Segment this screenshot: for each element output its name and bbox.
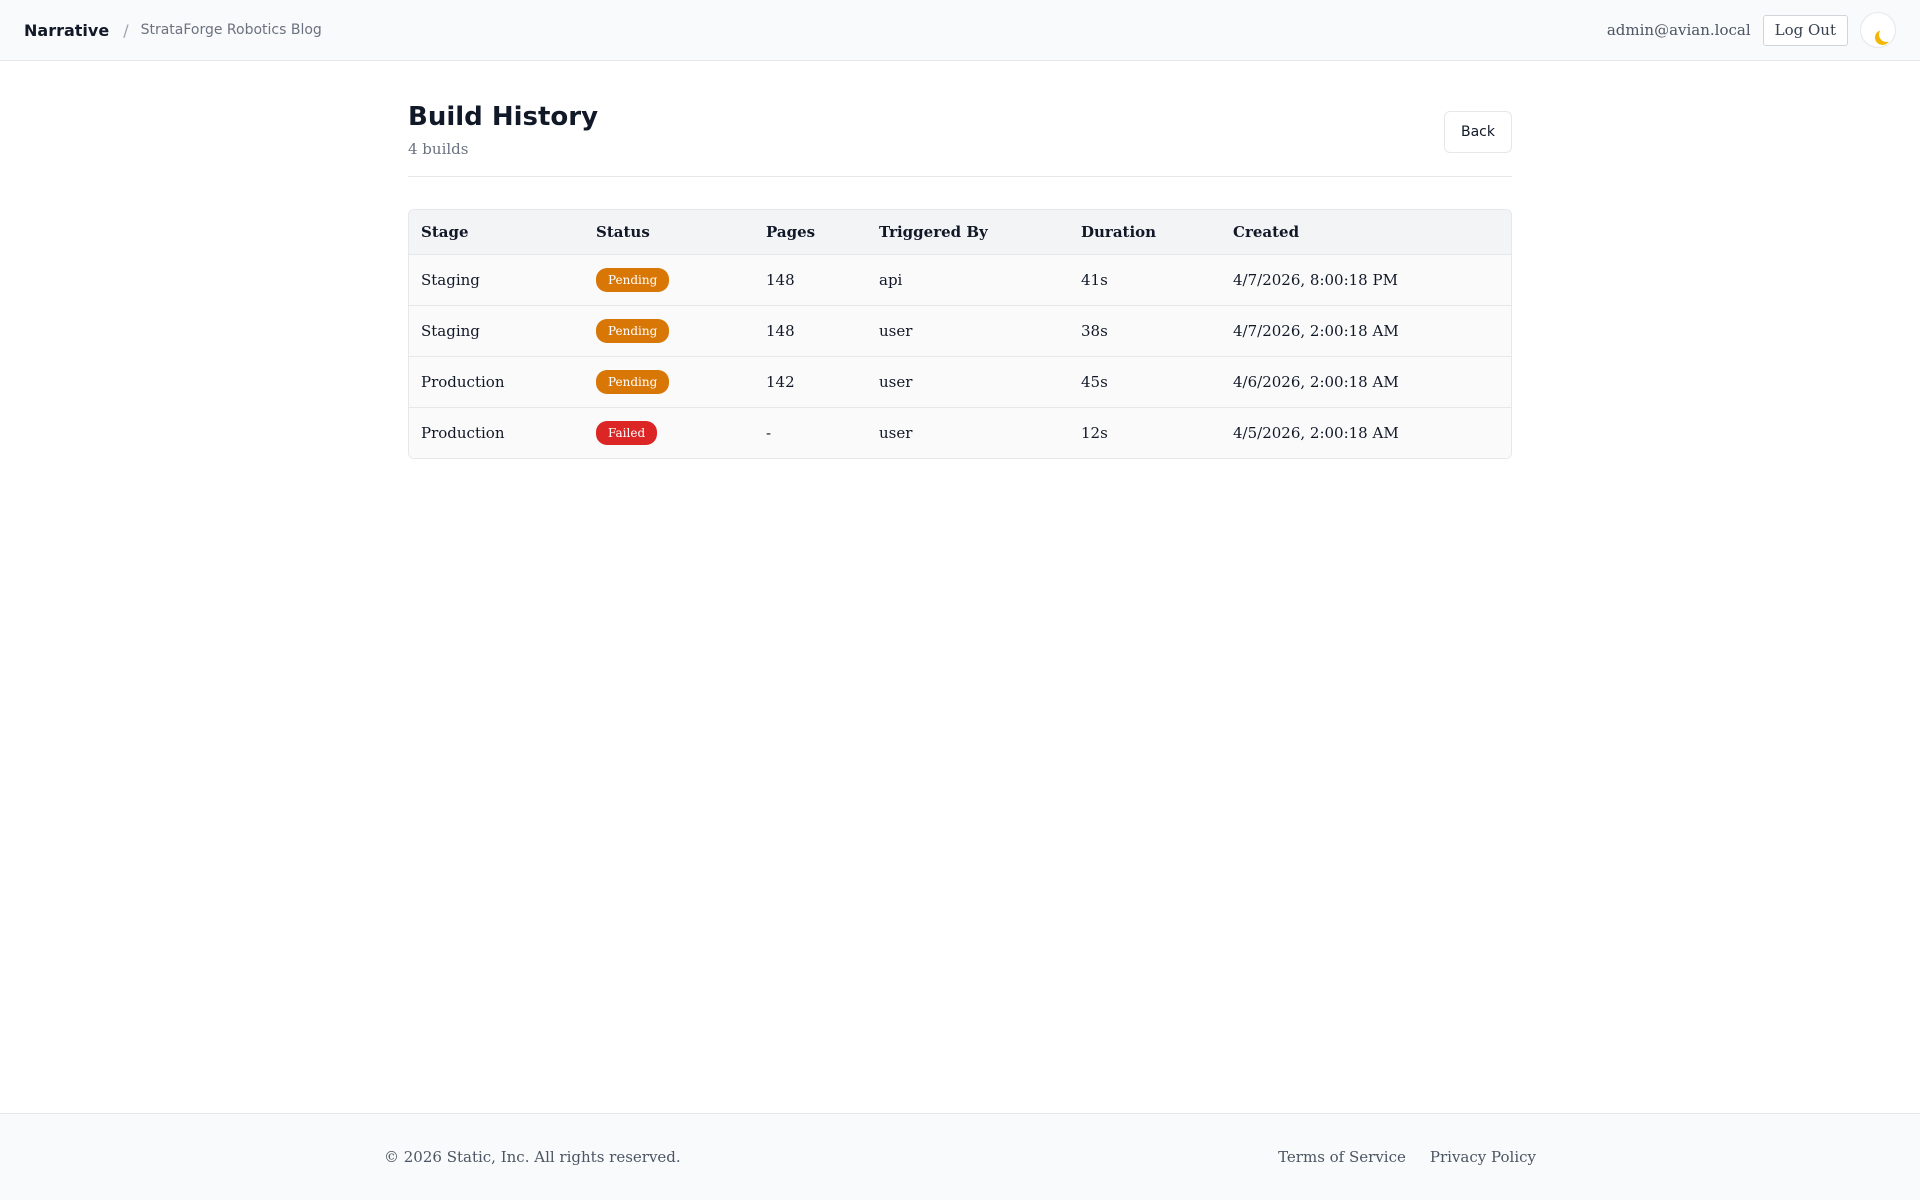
cell-triggered-by: api xyxy=(867,254,1069,306)
table-header-row: Stage Status Pages Triggered By Duration… xyxy=(409,210,1511,255)
cell-pages: 148 xyxy=(754,305,867,357)
brand-link[interactable]: Narrative xyxy=(24,21,109,40)
build-table-container: Stage Status Pages Triggered By Duration… xyxy=(408,209,1512,459)
cell-duration: 45s xyxy=(1069,356,1221,408)
cell-pages: 148 xyxy=(754,254,867,306)
page-header: Build History 4 builds Back xyxy=(408,100,1512,177)
moon-icon xyxy=(1879,27,1894,42)
blog-name-link[interactable]: StrataForge Robotics Blog xyxy=(141,22,322,38)
cell-stage: Staging xyxy=(409,305,584,357)
cell-stage: Staging xyxy=(409,254,584,306)
column-header-created: Created xyxy=(1221,210,1511,255)
cell-stage: Production xyxy=(409,356,584,408)
top-bar: Narrative / StrataForge Robotics Blog ad… xyxy=(0,0,1920,61)
status-badge: Pending xyxy=(596,267,670,292)
breadcrumb: Narrative / StrataForge Robotics Blog xyxy=(24,21,322,40)
cell-created: 4/5/2026, 2:00:18 AM xyxy=(1221,407,1511,458)
build-count: 4 builds xyxy=(408,140,469,158)
table-row: Production Pending 142 user 45s 4/6/2026… xyxy=(409,356,1511,408)
cell-created: 4/7/2026, 2:00:18 AM xyxy=(1221,305,1511,357)
column-header-duration: Duration xyxy=(1069,210,1221,255)
cell-duration: 38s xyxy=(1069,305,1221,357)
footer-links: Terms of Service Privacy Policy xyxy=(1254,1148,1536,1166)
breadcrumb-separator: / xyxy=(123,20,129,40)
main-content: Build History 4 builds Back Stage Status… xyxy=(408,100,1512,459)
column-header-triggered-by: Triggered By xyxy=(867,210,1069,255)
theme-toggle-button[interactable] xyxy=(1860,12,1896,48)
user-area: admin@avian.local Log Out xyxy=(1607,12,1896,48)
cell-pages: 142 xyxy=(754,356,867,408)
cell-created: 4/7/2026, 8:00:18 PM xyxy=(1221,254,1511,306)
privacy-policy-link[interactable]: Privacy Policy xyxy=(1430,1148,1536,1166)
table-row: Staging Pending 148 user 38s 4/7/2026, 2… xyxy=(409,305,1511,357)
table-row: Staging Pending 148 api 41s 4/7/2026, 8:… xyxy=(409,254,1511,306)
page-title: Build History xyxy=(408,102,599,132)
column-header-stage: Stage xyxy=(409,210,584,255)
cell-duration: 41s xyxy=(1069,254,1221,306)
column-header-pages: Pages xyxy=(754,210,867,255)
logout-button[interactable]: Log Out xyxy=(1762,14,1848,46)
status-badge: Failed xyxy=(596,420,658,445)
cell-created: 4/6/2026, 2:00:18 AM xyxy=(1221,356,1511,408)
copyright-text: © 2026 Static, Inc. All rights reserved. xyxy=(384,1148,681,1166)
column-header-status: Status xyxy=(584,210,754,255)
table-row: Production Failed - user 12s 4/5/2026, 2… xyxy=(409,407,1511,458)
cell-stage: Production xyxy=(409,407,584,458)
cell-triggered-by: user xyxy=(867,356,1069,408)
back-button[interactable]: Back xyxy=(1444,111,1512,153)
user-email: admin@avian.local xyxy=(1606,21,1751,39)
cell-pages: - xyxy=(754,407,867,458)
build-table: Stage Status Pages Triggered By Duration… xyxy=(409,210,1511,458)
terms-of-service-link[interactable]: Terms of Service xyxy=(1278,1148,1406,1166)
status-badge: Pending xyxy=(596,369,670,394)
status-badge: Pending xyxy=(596,318,670,343)
footer: © 2026 Static, Inc. All rights reserved.… xyxy=(0,1113,1920,1200)
cell-triggered-by: user xyxy=(867,407,1069,458)
cell-triggered-by: user xyxy=(867,305,1069,357)
cell-duration: 12s xyxy=(1069,407,1221,458)
